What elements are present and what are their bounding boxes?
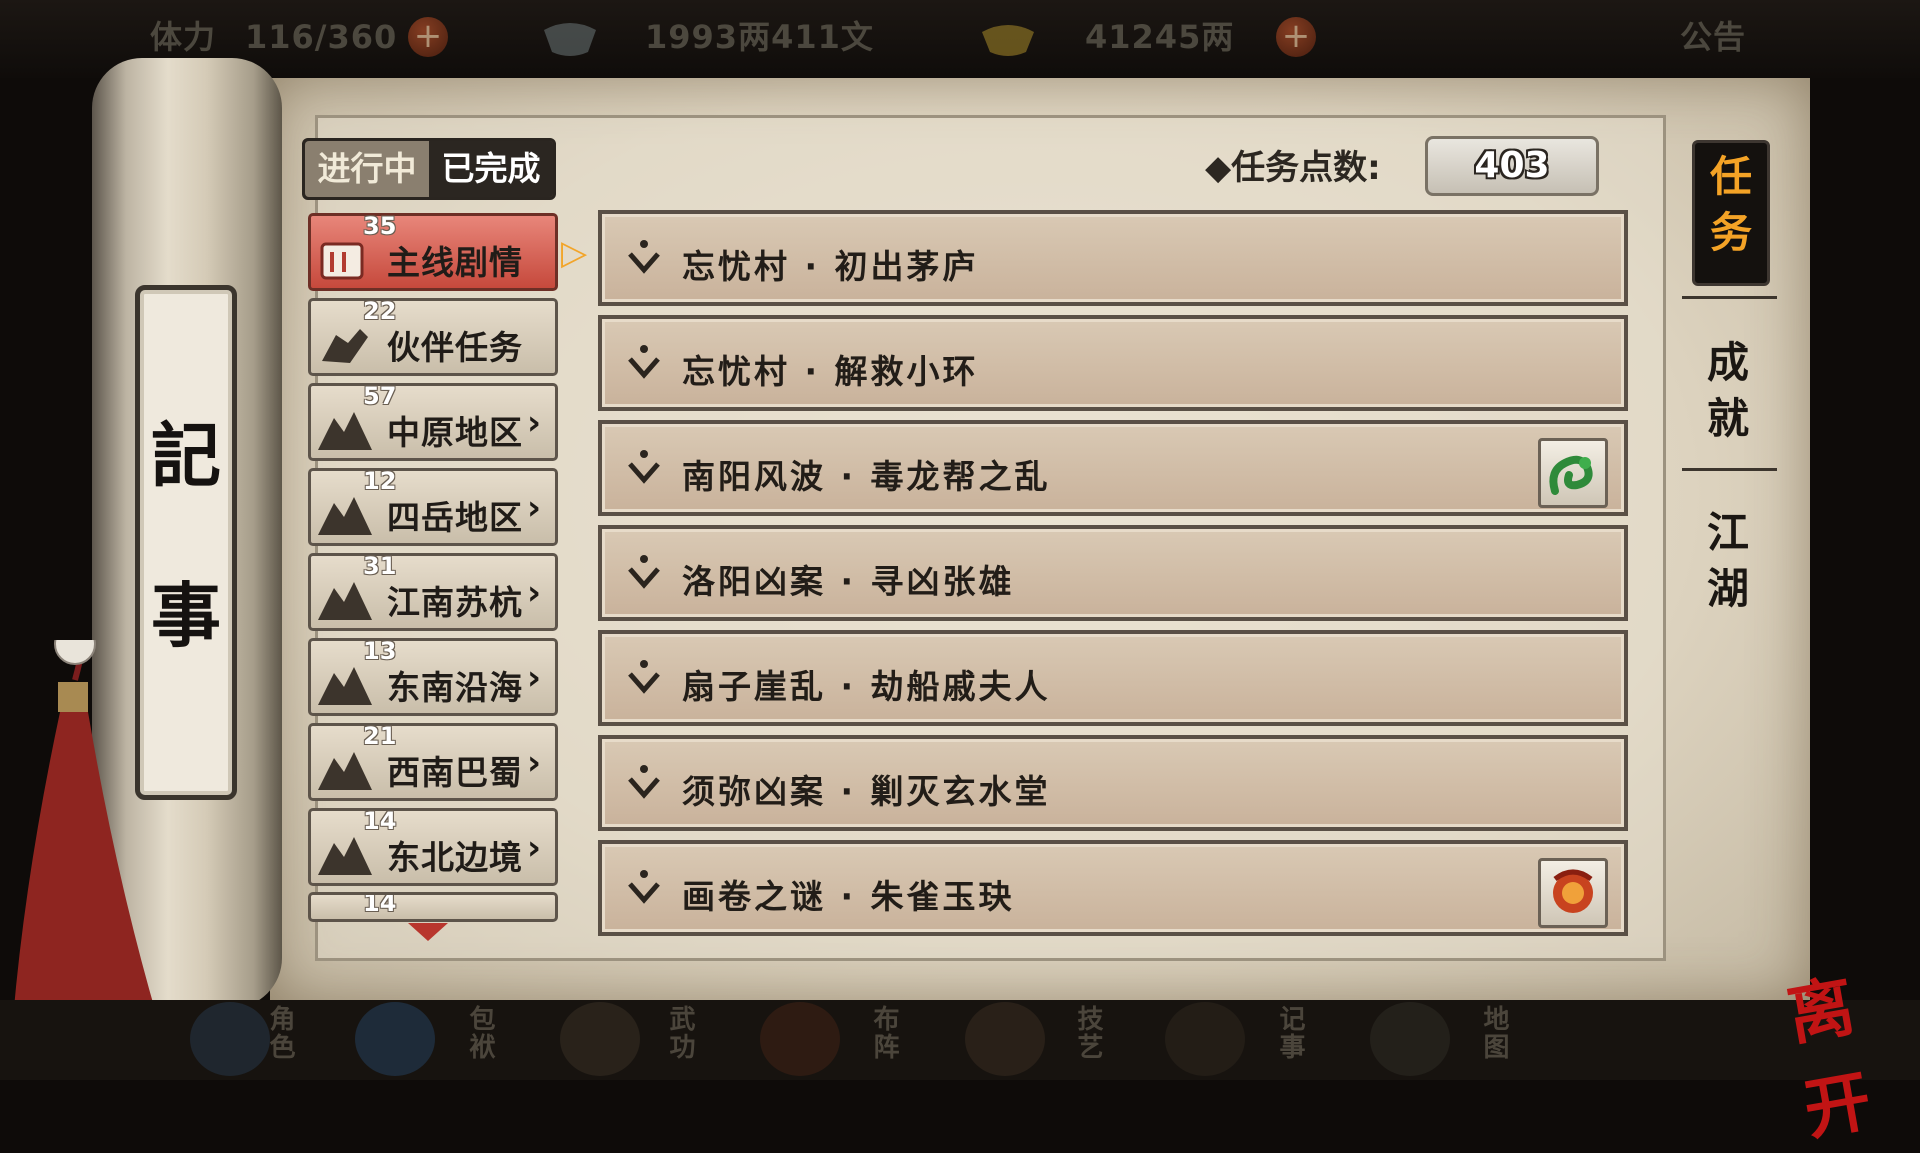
nav-journal[interactable]: 记事 (1272, 1005, 1309, 1075)
side-tab-jianghu[interactable]: 江湖 (1692, 505, 1764, 617)
category-label: 西南巴蜀 (387, 753, 523, 792)
chevron-down-icon (628, 345, 660, 379)
skills-icon[interactable] (965, 1002, 1045, 1076)
quest-row[interactable]: 忘忧村 · 解救小环 (598, 315, 1628, 411)
chevron-down-icon (628, 870, 660, 904)
chevron-right-icon: › (527, 403, 542, 443)
nav-formation[interactable]: 布阵 (866, 1005, 903, 1075)
chevron-right-icon: › (527, 743, 542, 783)
divider (1682, 468, 1777, 471)
category-northeast-border[interactable]: 14 东北边境 › (308, 807, 558, 886)
category-label: 四岳地区 (387, 498, 523, 537)
category-label: 中原地区 (387, 413, 523, 452)
silver-ingot-icon (544, 23, 596, 56)
nav-map[interactable]: 地图 (1476, 1005, 1513, 1075)
gold-ingot-icon (982, 25, 1034, 56)
quest-reward-slot[interactable] (1538, 438, 1608, 508)
side-tab-quests-label: 任务 (1709, 152, 1752, 257)
category-label: 主线剧情 (387, 243, 523, 282)
category-partial[interactable]: 14 (308, 892, 558, 922)
nav-character[interactable]: 角色 (262, 1005, 299, 1075)
formation-icon[interactable] (760, 1002, 840, 1076)
chevron-right-icon: › (527, 828, 542, 868)
side-tab-quests[interactable]: 任务 (1692, 140, 1770, 286)
journal-icon[interactable] (1165, 1002, 1245, 1076)
quest-title: 扇子崖乱 · 劫船戚夫人 (682, 667, 1051, 706)
martial-arts-icon[interactable] (560, 1002, 640, 1076)
divider (1682, 296, 1777, 299)
silver-value: 1993两411文 (645, 18, 874, 56)
category-companion[interactable]: 22 伙伴任务 (308, 297, 558, 376)
category-southeast-coast[interactable]: 13 东南沿海 › (308, 637, 558, 716)
category-count: 14 (363, 892, 397, 917)
chevron-down-icon (628, 240, 660, 274)
chevron-right-icon: › (527, 658, 542, 698)
chevron-right-icon: › (527, 488, 542, 528)
category-four-peaks[interactable]: 12 四岳地区 › (308, 467, 558, 546)
category-label: 东南沿海 (387, 668, 523, 707)
quest-row[interactable]: 扇子崖乱 · 劫船戚夫人 (598, 630, 1628, 726)
quest-row[interactable]: 须弥凶案 · 剿灭玄水堂 (598, 735, 1628, 831)
notice-button[interactable]: 公告 (1680, 10, 1746, 64)
chevron-right-icon: › (527, 573, 542, 613)
quest-points-label: ◆任务点数: (1205, 148, 1381, 188)
quest-status-tabs: 进行中 已完成 (302, 138, 556, 200)
scroll-down-arrow-icon[interactable] (408, 923, 448, 941)
quest-title: 须弥凶案 · 剿灭玄水堂 (682, 772, 1051, 811)
tab-in-progress[interactable]: 进行中 (305, 141, 429, 197)
quest-title: 忘忧村 · 解救小环 (682, 352, 979, 391)
tab-completed[interactable]: 已完成 (429, 141, 553, 197)
nav-skills[interactable]: 技艺 (1070, 1005, 1107, 1075)
green-dragon-icon (1549, 455, 1593, 495)
category-jiangnan[interactable]: 31 江南苏杭 › (308, 552, 558, 631)
quest-title: 忘忧村 · 初出茅庐 (682, 247, 979, 286)
category-label: 江南苏杭 (387, 583, 523, 622)
red-phoenix-icon (1553, 869, 1593, 913)
stamina-label: 体力 (150, 18, 217, 56)
category-southwest-bashu[interactable]: 21 西南巴蜀 › (308, 722, 558, 801)
quest-reward-slot[interactable] (1538, 858, 1608, 928)
chevron-down-icon (628, 450, 660, 484)
quest-row[interactable]: 洛阳凶案 · 寻凶张雄 (598, 525, 1628, 621)
side-tab-achievements[interactable]: 成就 (1692, 335, 1764, 447)
quest-row[interactable]: 忘忧村 · 初出茅庐 (598, 210, 1628, 306)
character-icon[interactable] (190, 1002, 270, 1076)
exit-button[interactable]: 离开 (1779, 943, 1920, 1153)
nav-bag[interactable]: 包袱 (462, 1005, 499, 1075)
quest-title: 画卷之谜 · 朱雀玉玦 (682, 877, 1015, 916)
chevron-down-icon (628, 555, 660, 589)
tassel-decoration (10, 640, 170, 1060)
chevron-down-icon (628, 660, 660, 694)
add-stamina-button[interactable]: + (408, 17, 448, 57)
nav-martial-arts[interactable]: 武功 (662, 1005, 699, 1075)
add-gold-button[interactable]: + (1276, 17, 1316, 57)
stamina-value: 116/360 (245, 18, 398, 56)
category-main-story[interactable]: 35 主线剧情 ▷ (308, 212, 587, 291)
quest-row[interactable]: 画卷之谜 · 朱雀玉玦 (598, 840, 1628, 936)
category-label: 东北边境 (387, 838, 523, 877)
map-icon[interactable] (1370, 1002, 1450, 1076)
gold-value: 41245两 (1085, 18, 1235, 56)
quest-title: 南阳风波 · 毒龙帮之乱 (682, 457, 1051, 496)
quest-points-value: 403 (1425, 136, 1599, 196)
quest-row[interactable]: 南阳风波 · 毒龙帮之乱 (598, 420, 1628, 516)
quest-title: 洛阳凶案 · 寻凶张雄 (682, 562, 1015, 601)
chevron-down-icon (628, 765, 660, 799)
category-central-plains[interactable]: 57 中原地区 › (308, 382, 558, 461)
scroll-title-char-1: 記 (151, 414, 221, 497)
category-label: 伙伴任务 (387, 328, 523, 367)
resource-bar: 体力 116/360 + 1993两411文 41245两 + 公告 (0, 0, 1920, 78)
selected-arrow-icon: ▷ (561, 233, 588, 273)
bag-icon[interactable] (355, 1002, 435, 1076)
